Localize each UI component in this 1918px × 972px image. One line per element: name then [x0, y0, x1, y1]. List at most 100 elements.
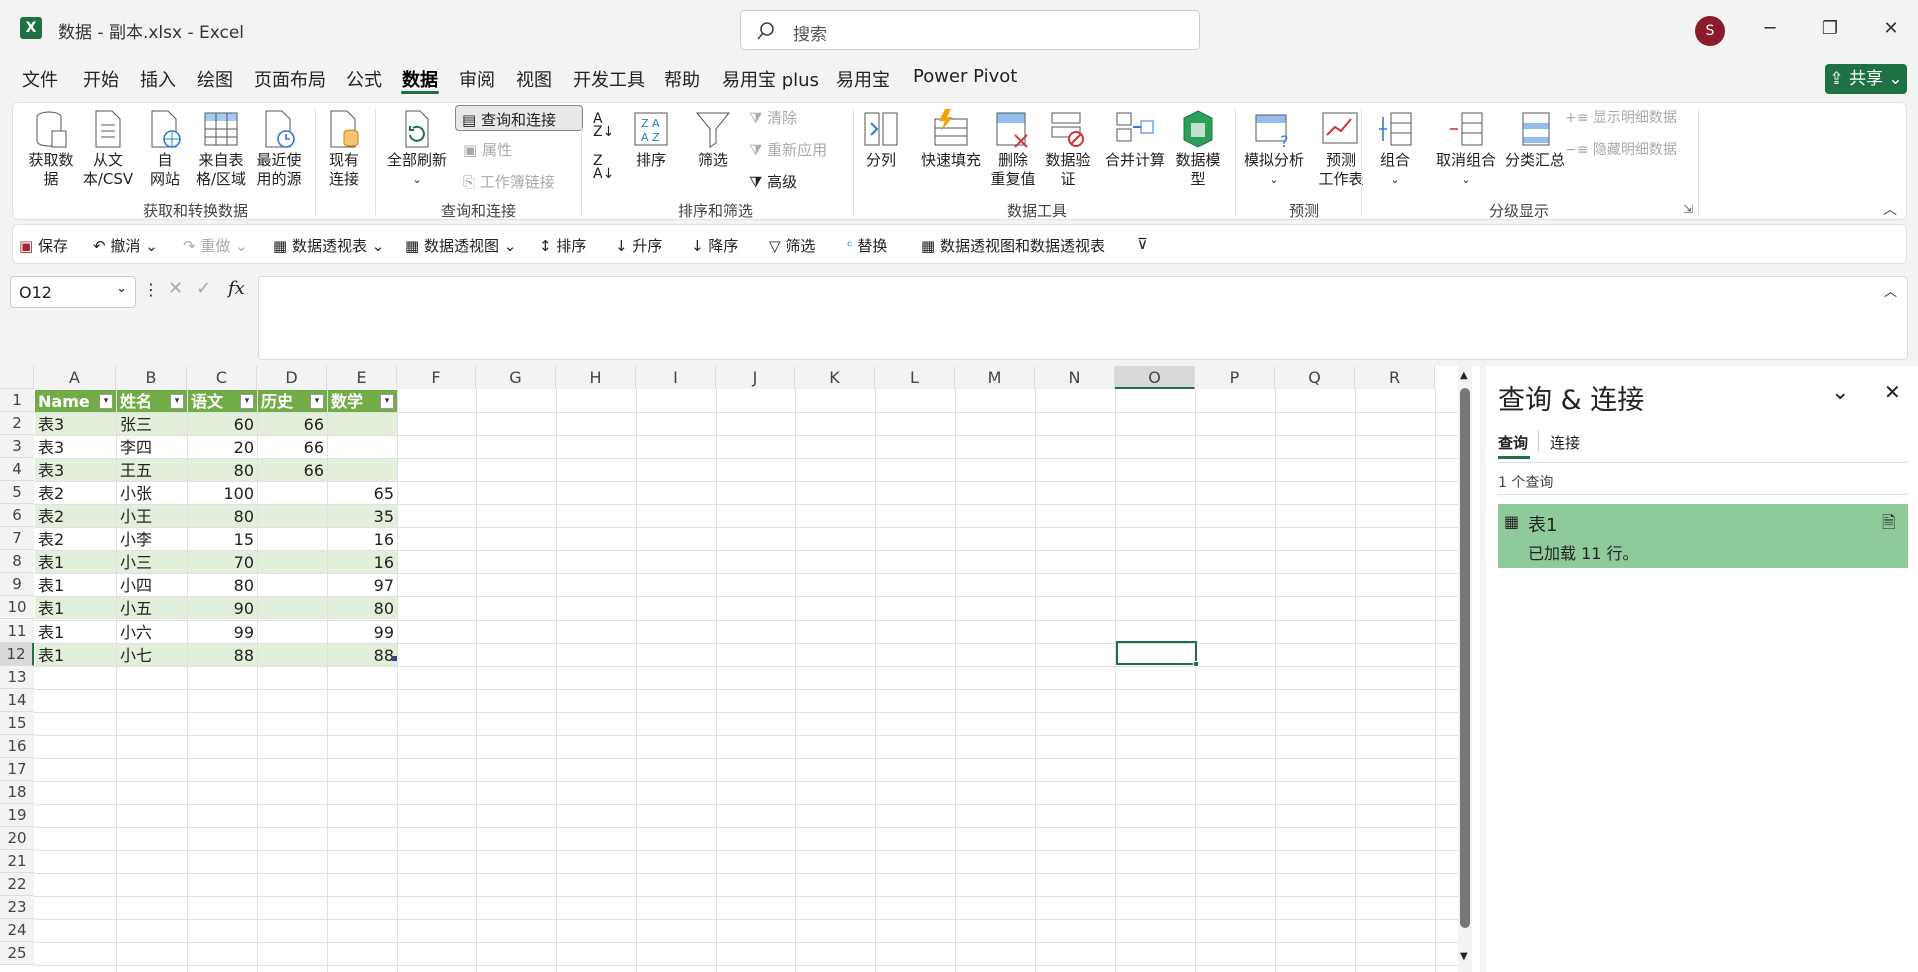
existing-connections-button[interactable]: 现有 连接	[321, 109, 367, 189]
recent-sources-button[interactable]: 最近使 用的源	[251, 109, 307, 189]
table-cell[interactable]: 80	[188, 459, 257, 482]
table-cell[interactable]	[258, 574, 327, 596]
ungroup-button[interactable]: 取消组合 ⌄	[1433, 109, 1499, 189]
column-header-i[interactable]: I	[636, 366, 716, 389]
active-cell-o12[interactable]	[1116, 641, 1197, 665]
table-cell[interactable]: 80	[188, 505, 257, 528]
refresh-all-button[interactable]: 全部刷新 ⌄	[385, 109, 449, 189]
row-header-9[interactable]: 9	[0, 573, 34, 597]
column-header-p[interactable]: P	[1195, 366, 1275, 389]
filter-dropdown-icon[interactable]: ▾	[170, 394, 184, 409]
qat-replace-button[interactable]: ᶜ 替换	[847, 235, 887, 256]
table-cell[interactable]: 小六	[117, 621, 187, 643]
table-cell[interactable]: 16	[328, 551, 397, 574]
filter-dropdown-icon[interactable]: ▾	[380, 394, 394, 409]
table-cell[interactable]: 90	[188, 597, 257, 620]
row-header-10[interactable]: 10	[0, 596, 34, 620]
scroll-thumb[interactable]	[1460, 388, 1470, 928]
filter-button[interactable]: 筛选	[693, 109, 733, 170]
share-button[interactable]: ⇪ 共享 ⌄	[1825, 64, 1907, 94]
row-header-18[interactable]: 18	[0, 780, 34, 804]
sort-az-button[interactable]: A Z↓	[593, 112, 614, 139]
hide-detail-button[interactable]: −≡ 隐藏明细数据	[1565, 139, 1677, 159]
table-cell[interactable]: 99	[188, 621, 257, 643]
vertical-scrollbar[interactable]: ▲ ▼	[1458, 366, 1472, 972]
collapse-ribbon-icon[interactable]: ︿	[1883, 199, 1897, 219]
row-header-23[interactable]: 23	[0, 896, 34, 920]
qat-pivot-chart-button[interactable]: ▦ 数据透视图 ⌄	[405, 235, 516, 256]
column-header-q[interactable]: Q	[1275, 366, 1355, 389]
column-header-m[interactable]: M	[955, 366, 1035, 389]
row-header-21[interactable]: 21	[0, 850, 34, 874]
column-header-o[interactable]: O	[1115, 366, 1195, 389]
from-table-button[interactable]: 来自表 格/区域	[193, 109, 249, 189]
row-header-14[interactable]: 14	[0, 688, 34, 712]
data-validation-button[interactable]: 数据验 证	[1043, 109, 1093, 189]
table-cell[interactable]: 16	[328, 528, 397, 550]
row-header-11[interactable]: 11	[0, 619, 34, 643]
column-header-r[interactable]: R	[1355, 366, 1435, 389]
workbook-links-button[interactable]: ⎘ 工作簿链接	[463, 171, 555, 192]
table-cell[interactable]: 35	[328, 505, 397, 528]
table-cell[interactable]: 15	[188, 528, 257, 550]
row-header-16[interactable]: 16	[0, 734, 34, 758]
queries-connections-button[interactable]: ▤ 查询和连接	[455, 105, 583, 131]
column-header-b[interactable]: B	[116, 366, 187, 389]
row-header-25[interactable]: 25	[0, 942, 34, 966]
table-cell[interactable]: 88	[328, 643, 397, 666]
consolidate-button[interactable]: 合并计算	[1103, 109, 1167, 170]
table-cell[interactable]: 李四	[117, 436, 187, 458]
scroll-up-icon[interactable]: ▲	[1460, 370, 1468, 381]
clear-filter-button[interactable]: ⧩ 清除	[749, 107, 797, 128]
table-cell[interactable]: 小张	[117, 482, 187, 504]
row-header-4[interactable]: 4	[0, 458, 34, 482]
query-item[interactable]: ▦ 表1 已加载 11 行。 🗎	[1498, 504, 1908, 568]
table-cell[interactable]: 66	[258, 436, 327, 458]
advanced-filter-button[interactable]: ⧩ 高级	[749, 171, 797, 192]
tab-yiyongbao-plus[interactable]: 易用宝 plus	[722, 66, 819, 92]
table-cell[interactable]: 97	[328, 574, 397, 596]
tab-review[interactable]: 审阅	[459, 66, 495, 92]
qat-customize-icon[interactable]: ⊽	[1137, 235, 1148, 253]
column-header-l[interactable]: L	[875, 366, 955, 389]
column-header-g[interactable]: G	[476, 366, 556, 389]
qat-pivot-table-button[interactable]: ▦ 数据透视表 ⌄	[273, 235, 384, 256]
filter-dropdown-icon[interactable]: ▾	[99, 394, 113, 409]
tab-draw[interactable]: 绘图	[197, 66, 233, 92]
row-header-6[interactable]: 6	[0, 504, 34, 528]
column-header-n[interactable]: N	[1035, 366, 1115, 389]
remove-duplicates-button[interactable]: 删除 重复值	[989, 109, 1037, 189]
close-icon[interactable]: ✕	[1876, 14, 1906, 44]
column-header-f[interactable]: F	[397, 366, 476, 389]
table-cell[interactable]	[328, 413, 397, 436]
table-cell[interactable]	[258, 597, 327, 620]
row-header-22[interactable]: 22	[0, 873, 34, 897]
expand-formula-icon[interactable]: ︿	[1884, 281, 1897, 300]
table-cell[interactable]: 99	[328, 621, 397, 643]
what-if-analysis-button[interactable]: ? 模拟分析 ⌄	[1241, 109, 1307, 189]
query-file-icon[interactable]: 🗎	[1882, 510, 1896, 539]
qat-descending-button[interactable]: ↓ 降序	[691, 235, 738, 256]
show-detail-button[interactable]: +≡ 显示明细数据	[1565, 107, 1677, 127]
tab-page-layout[interactable]: 页面布局	[254, 66, 326, 92]
table-cell[interactable]	[258, 505, 327, 528]
qat-sort-button[interactable]: ↕ 排序	[539, 235, 586, 256]
get-data-button[interactable]: 获取数 据	[27, 109, 75, 189]
table-cell[interactable]: 小王	[117, 505, 187, 528]
column-header-k[interactable]: K	[795, 366, 875, 389]
formula-options-icon[interactable]: ⋮	[143, 280, 159, 299]
name-box[interactable]: O12 ⌄	[10, 276, 136, 308]
tab-insert[interactable]: 插入	[140, 66, 176, 92]
table-cell[interactable]: 80	[328, 597, 397, 620]
table-cell[interactable]: 100	[188, 482, 257, 504]
table-cell[interactable]	[258, 643, 327, 666]
tab-developer[interactable]: 开发工具	[573, 66, 645, 92]
table-cell[interactable]: 小七	[117, 643, 187, 666]
table-cell[interactable]	[258, 528, 327, 550]
table-resize-handle[interactable]	[392, 656, 397, 661]
avatar[interactable]: S	[1695, 16, 1725, 46]
row-header-24[interactable]: 24	[0, 919, 34, 943]
column-header-a[interactable]: A	[34, 366, 116, 389]
scroll-down-icon[interactable]: ▼	[1460, 951, 1468, 962]
table-header-cell[interactable]: 姓名 ▾	[117, 390, 187, 413]
